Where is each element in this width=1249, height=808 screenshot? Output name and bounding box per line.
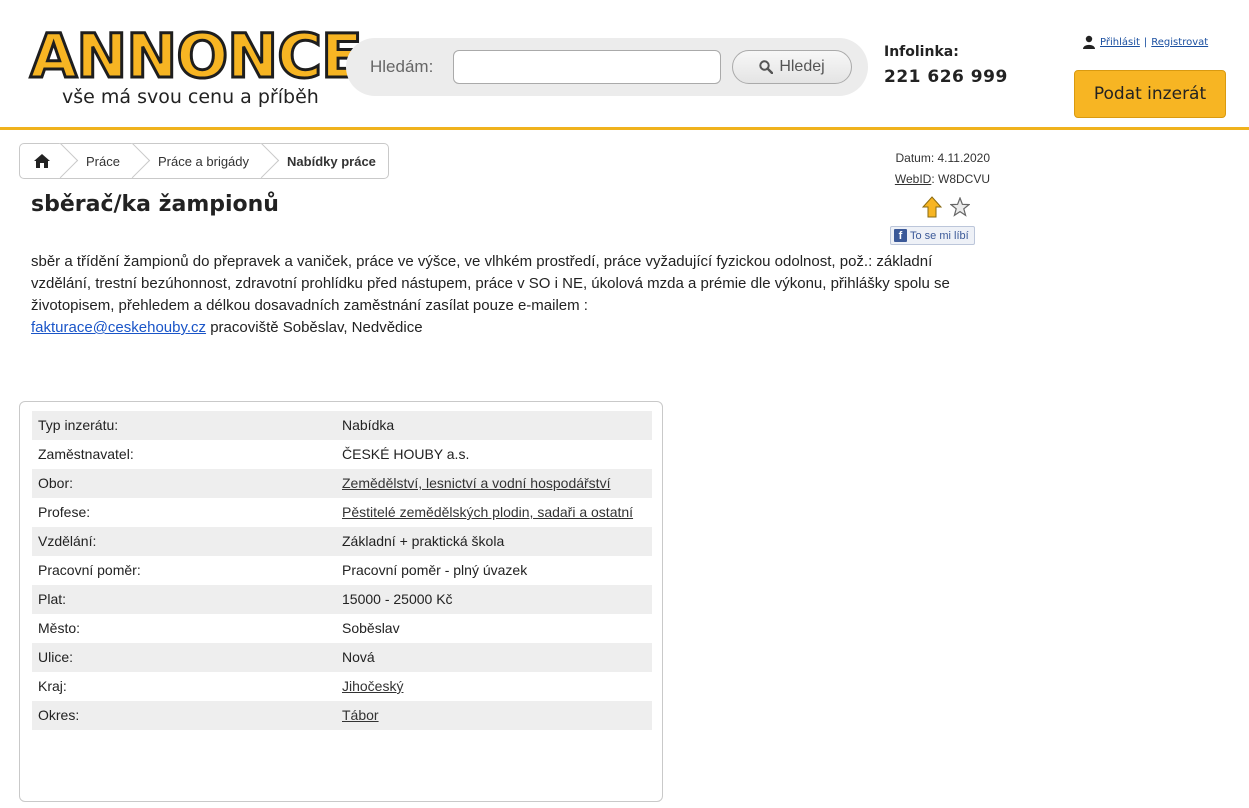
detail-value-cell: Pracovní poměr - plný úvazek	[336, 556, 652, 585]
webid-value: : W8DCVU	[931, 172, 990, 186]
search-button[interactable]: Hledej	[732, 50, 852, 84]
detail-value-cell: Tábor	[336, 701, 652, 730]
infoline-phone: 221 626 999	[884, 67, 1008, 87]
ad-details-table: Typ inzerátu: Nabídka Zaměstnavatel: ČESKÉ …	[32, 411, 652, 730]
detail-label: Okres:	[32, 701, 336, 730]
ad-meta: Datum: 4.11.2020 WebID: W8DCVU	[860, 148, 990, 190]
ad-webid: WebID: W8DCVU	[860, 169, 990, 190]
search-button-label: Hledej	[779, 58, 825, 75]
site-header: ANNONCE vše má svou cenu a příběh Hledám…	[0, 0, 1249, 130]
like-label: To se mi líbí	[910, 229, 969, 242]
facebook-like-button[interactable]: f To se mi líbí	[890, 226, 975, 245]
detail-value-cell: Základní + praktická škola	[336, 527, 652, 556]
submit-ad-button[interactable]: Podat inzerát	[1074, 70, 1226, 118]
search-label: Hledám:	[370, 57, 434, 76]
detail-value: 15000 - 25000 Kč	[342, 591, 453, 607]
detail-value-link[interactable]: Pěstitelé zemědělských plodin, sadaři a …	[342, 504, 633, 520]
detail-value-link[interactable]: Tábor	[342, 707, 379, 723]
detail-value: Soběslav	[342, 620, 400, 636]
user-icon	[1083, 35, 1095, 49]
detail-value: Základní + praktická škola	[342, 533, 505, 549]
detail-label: Vzdělání:	[32, 527, 336, 556]
detail-label: Kraj:	[38, 678, 67, 694]
infoline-label: Infolinka:	[884, 44, 959, 60]
ad-description-text: sběr a třídění žampionů do přepravek a v…	[31, 253, 950, 314]
ad-description: sběr a třídění žampionů do přepravek a v…	[31, 251, 951, 339]
breadcrumb-item-prace-a-brigady[interactable]: Práce a brigády	[136, 142, 280, 179]
site-logo[interactable]: ANNONCE vše má svou cenu a příběh	[29, 25, 365, 122]
detail-value-cell: Nová	[336, 643, 652, 672]
register-link[interactable]: Registrovat	[1151, 37, 1208, 48]
detail-label: Plat:	[32, 585, 336, 614]
user-links: Přihlásit | Registrovat	[1082, 35, 1208, 49]
ad-actions	[922, 196, 970, 218]
detail-label: Město:	[38, 620, 81, 636]
magnifier-icon	[759, 60, 774, 74]
detail-value-cell: Zemědělství, lesnictví a vodní hospodářs…	[336, 469, 652, 498]
detail-value-cell: Soběslav	[336, 614, 652, 643]
table-row: Plat: 15000 - 25000 Kč	[32, 585, 652, 614]
table-row: Pracovní poměr: Pracovní poměr - plný úva…	[32, 556, 652, 585]
ad-date: Datum: 4.11.2020	[895, 151, 990, 165]
logo-wordmark: ANNONCE	[29, 21, 365, 92]
table-row: Ulice: Nová	[32, 643, 652, 672]
infoline: Infolinka: 221 626 999	[884, 44, 1008, 87]
up-arrow-icon[interactable]	[922, 196, 942, 218]
detail-value-link[interactable]: Zemědělství, lesnictví a vodní hospodářs…	[342, 475, 610, 491]
table-row: Zaměstnavatel: ČESKÉ HOUBY a.s.	[32, 440, 652, 469]
table-row: Vzdělání: Základní + praktická škola	[32, 527, 652, 556]
detail-value: Nabídka	[342, 417, 395, 433]
detail-value-cell: 15000 - 25000 Kč	[336, 585, 652, 614]
table-row: Typ inzerátu: Nabídka	[32, 411, 652, 440]
table-row: Obor: Zemědělství, lesnictví a vodní hosp…	[32, 469, 652, 498]
detail-label: Profese:	[38, 504, 91, 520]
breadcrumb-item-nabidky-prace[interactable]: Nabídky práce	[265, 144, 388, 178]
breadcrumb: Práce Práce a brigády Nabídky práce	[19, 142, 389, 179]
home-icon	[34, 154, 50, 168]
link-separator: |	[1143, 36, 1148, 48]
logo-tagline: vše má svou cenu a příběh	[62, 86, 319, 108]
contact-email-link[interactable]: fakturace@ceskehouby.cz	[31, 319, 206, 336]
ad-description-tail: pracoviště Soběslav, Nedvědice	[206, 319, 423, 336]
detail-value-cell: Jihočeský	[336, 672, 652, 701]
search-bar: Hledám: Hledej	[346, 38, 868, 96]
table-row: Město: Soběslav	[32, 614, 652, 643]
ad-title: sběrač/ka žampionů	[31, 192, 279, 217]
detail-value-cell: ČESKÉ HOUBY a.s.	[336, 440, 652, 469]
detail-label: Ulice:	[32, 643, 336, 672]
detail-value-cell: Pěstitelé zemědělských plodin, sadaři a …	[336, 498, 652, 527]
detail-value-cell: Nabídka	[336, 411, 652, 440]
detail-value: Pracovní poměr - plný úvazek	[342, 562, 528, 578]
facebook-icon: f	[894, 229, 907, 242]
detail-label: Pracovní poměr:	[38, 562, 141, 578]
table-row: Okres: Tábor	[32, 701, 652, 730]
table-row: Profese: Pěstitelé zemědělských plodin, s…	[32, 498, 652, 527]
webid-label: WebID	[894, 172, 932, 186]
table-row: Kraj: Jihočeský	[32, 672, 652, 701]
detail-value: Nová	[342, 649, 375, 665]
detail-value: ČESKÉ HOUBY a.s.	[342, 446, 470, 462]
search-input[interactable]	[453, 50, 721, 84]
header-divider	[0, 127, 1249, 130]
detail-label: Zaměstnavatel:	[38, 446, 134, 462]
detail-label: Typ inzerátu:	[32, 411, 336, 440]
star-icon[interactable]	[950, 197, 970, 217]
login-link[interactable]: Přihlásit	[1100, 37, 1140, 48]
detail-value-link[interactable]: Jihočeský	[342, 678, 403, 694]
ad-details-box: Typ inzerátu: Nabídka Zaměstnavatel: ČESKÉ …	[19, 401, 663, 802]
breadcrumb-home[interactable]	[20, 142, 79, 179]
detail-label: Obor:	[32, 469, 336, 498]
